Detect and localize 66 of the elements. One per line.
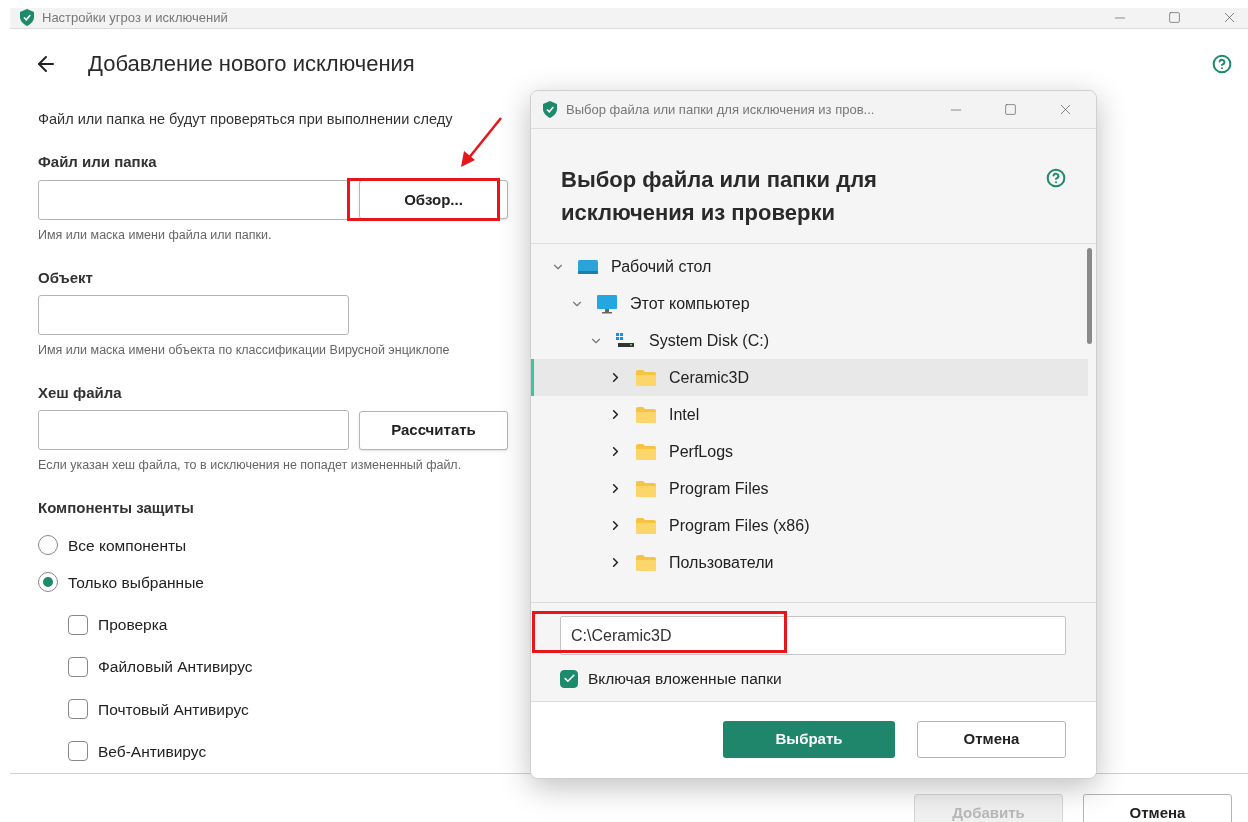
folder-icon xyxy=(636,480,656,497)
tree-item-label: Program Files (x86) xyxy=(669,515,810,536)
path-field[interactable]: C:\Ceramic3D xyxy=(560,616,1066,655)
input-field[interactable] xyxy=(38,410,349,451)
tree-item-label: Intel xyxy=(669,404,700,425)
tree-item-label: PerfLogs xyxy=(669,441,734,462)
field-hint: Если указан хеш файла, то в исключения не попадет измененный файл. xyxy=(38,457,462,475)
radio-label: Все компоненты xyxy=(68,535,187,556)
tree-item[interactable]: Этот компьютер xyxy=(531,285,1088,322)
tree-item[interactable]: System Disk (C:) xyxy=(531,322,1088,359)
tree-item[interactable]: Program Files xyxy=(531,470,1088,507)
maximize-icon[interactable] xyxy=(1004,103,1017,116)
shield-icon xyxy=(543,101,557,118)
page-title: Добавление нового исключения xyxy=(88,50,415,78)
path-value: C:\Ceramic3D xyxy=(571,625,672,646)
tree-item[interactable]: Рабочий стол xyxy=(531,248,1088,285)
tree-item-label: Program Files xyxy=(669,478,769,499)
help-icon[interactable] xyxy=(1046,168,1066,188)
checkbox[interactable] xyxy=(68,741,88,762)
monitor-icon xyxy=(596,293,618,314)
folder-icon xyxy=(636,406,656,423)
desktop-icon xyxy=(577,258,599,275)
tree-item[interactable]: PerfLogs xyxy=(531,433,1088,470)
checkbox-label: Проверка xyxy=(98,615,168,635)
footer-button[interactable]: Отмена xyxy=(1083,794,1232,822)
field-label: Файл или папка xyxy=(38,152,157,173)
drive-icon xyxy=(616,332,636,349)
checkbox-label: Включая вложенные папки xyxy=(588,669,782,689)
radio-label: Только выбранные xyxy=(68,572,204,593)
checkbox[interactable] xyxy=(560,669,578,688)
scrollbar-thumb[interactable] xyxy=(1087,248,1092,344)
tree-item[interactable]: Ceramic3D xyxy=(531,359,1088,396)
dialog-button[interactable]: Отмена xyxy=(917,721,1066,758)
tree-item-label: Этот компьютер xyxy=(630,293,750,314)
checkbox[interactable] xyxy=(68,614,88,635)
field-hint: Имя или маска имени файла или папки. xyxy=(38,226,272,244)
radio-button[interactable] xyxy=(38,572,58,593)
tree-item-label: System Disk (C:) xyxy=(649,330,769,351)
window-title: Настройки угроз и исключений xyxy=(42,9,228,27)
tree-item-label: Рабочий стол xyxy=(611,256,712,277)
pointer-arrow xyxy=(458,115,504,169)
checkbox[interactable] xyxy=(68,656,88,677)
folder-icon xyxy=(636,554,656,571)
field-label: Хеш файла xyxy=(38,382,122,403)
checkbox[interactable] xyxy=(68,699,88,720)
checkbox-label: Файловый Антивирус xyxy=(98,657,253,678)
maximize-icon[interactable] xyxy=(1168,11,1181,25)
dialog-title: Выбор файла или папки для исключения из пров... xyxy=(566,100,875,119)
description-text: Файл или папка не будут проверяться при выполнении следу xyxy=(38,109,453,129)
action-button[interactable]: Рассчитать xyxy=(359,410,508,450)
dialog-heading: Выбор файла или папки для исключения из проверки xyxy=(561,166,878,227)
folder-icon xyxy=(636,443,656,460)
folder-icon xyxy=(636,369,656,386)
checkbox-label: Почтовый Антивирус xyxy=(98,699,249,720)
tree-item[interactable]: Intel xyxy=(531,396,1088,433)
input-field[interactable] xyxy=(38,179,349,220)
dialog-button[interactable]: Выбрать xyxy=(723,721,895,758)
tree-item-label: Ceramic3D xyxy=(669,367,749,388)
field-hint: Имя или маска имени объекта по классификации Вирусной энциклопе xyxy=(38,342,450,359)
checkbox-label: Веб-Антивирус xyxy=(98,741,207,762)
input-field[interactable] xyxy=(38,295,349,335)
help-icon[interactable] xyxy=(1212,53,1232,74)
field-label: Объект xyxy=(38,267,93,288)
radio-button[interactable] xyxy=(38,535,58,556)
section-title: Компоненты защиты xyxy=(38,498,194,518)
folder-icon xyxy=(636,517,656,534)
